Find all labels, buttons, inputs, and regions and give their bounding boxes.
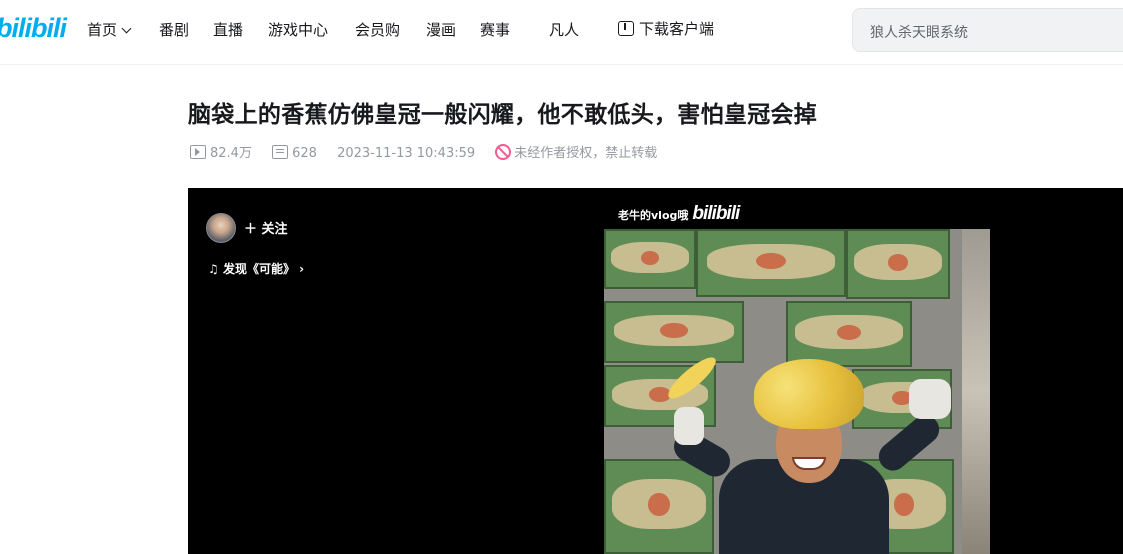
nav-manga[interactable]: 漫画 — [426, 19, 456, 40]
music-note-icon: ♫ — [208, 262, 219, 276]
download-icon — [618, 21, 634, 36]
nav-live[interactable]: 直播 — [213, 19, 243, 40]
bilibili-logo[interactable]: bilibili — [0, 13, 67, 44]
video-frame — [604, 229, 990, 554]
banana-box — [696, 229, 846, 297]
music-label: 发现《可能》 — [222, 262, 295, 276]
nav-vip-shop[interactable]: 会员购 — [355, 19, 400, 40]
banana-in-hand — [663, 351, 721, 405]
man-with-banana-crown — [644, 339, 951, 554]
chevron-right-icon: › — [299, 262, 305, 276]
search-input[interactable]: 狼人杀天眼系统 — [870, 22, 968, 42]
background-wall — [962, 229, 990, 554]
copyright-notice: 未经作者授权，禁止转载 — [514, 146, 658, 161]
music-link[interactable]: ♫ 发现《可能》 › — [208, 260, 304, 277]
nav-game-center[interactable]: 游戏中心 — [268, 19, 328, 40]
video-title: 脑袋上的香蕉仿佛皇冠一般闪耀，他不敢低头，害怕皇冠会掉 — [188, 102, 818, 128]
banana-crown — [754, 359, 864, 429]
download-client-link[interactable]: 下载客户端 — [618, 18, 714, 39]
watermark-logo: bilibili — [692, 203, 740, 224]
video-watermark: 老牛的vlog哦 bilibili — [618, 203, 740, 225]
uploader-avatar[interactable] — [206, 213, 236, 243]
follow-label: 关注 — [261, 222, 288, 237]
top-header: bilibili 首页 番剧 直播 游戏中心 会员购 漫画 赛事 凡人 下载客户… — [0, 0, 1123, 65]
nav-home-label: 首页 — [87, 21, 118, 39]
danmaku-icon — [272, 145, 289, 159]
download-label: 下载客户端 — [639, 20, 715, 38]
banana-box — [846, 229, 950, 299]
danmaku-count: 628 — [292, 146, 317, 161]
chevron-down-icon — [121, 23, 132, 34]
view-count: 82.4万 — [210, 146, 252, 161]
nav-home[interactable]: 首页 — [87, 19, 132, 40]
follow-button[interactable]: ＋ 关注 — [244, 218, 288, 237]
play-count-icon — [190, 145, 206, 159]
nav-esports[interactable]: 赛事 — [480, 19, 510, 40]
video-player[interactable]: ＋ 关注 ♫ 发现《可能》 › 老牛的vlog哦 bilibili — [188, 188, 1123, 554]
nav-fanren[interactable]: 凡人 — [549, 19, 579, 40]
publish-date: 2023-11-13 10:43:59 — [337, 146, 476, 161]
search-bar[interactable]: 狼人杀天眼系统 — [852, 8, 1123, 52]
watermark-text: 老牛的vlog哦 — [618, 209, 689, 222]
banana-box — [604, 229, 696, 289]
video-meta: 82.4万 628 2023-11-13 10:43:59 未经作者授权，禁止转… — [190, 142, 657, 161]
no-repost-icon — [495, 144, 512, 160]
nav-anime[interactable]: 番剧 — [159, 19, 189, 40]
